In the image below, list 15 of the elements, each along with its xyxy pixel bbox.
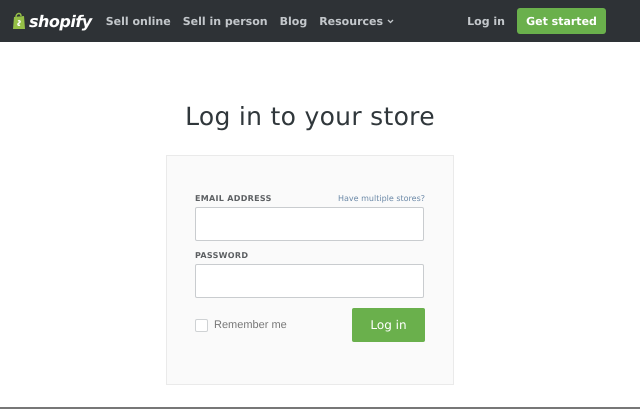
password-field[interactable] [195, 264, 424, 298]
remember-checkbox[interactable] [195, 318, 208, 332]
chevron-down-icon [387, 18, 394, 24]
email-field[interactable] [195, 207, 424, 241]
remember-label: Remember me [214, 319, 287, 331]
field-label: PASSWORD [195, 251, 248, 260]
nav-link[interactable]: Sell in person [182, 14, 268, 28]
logo[interactable]: shopify [29, 12, 92, 30]
nav-link[interactable]: Blog [280, 14, 308, 28]
page-title: Log in to your store [185, 102, 435, 131]
shopping-bag-icon [12, 12, 26, 30]
nav-link[interactable]: Resources [319, 14, 394, 28]
field-label: EMAIL ADDRESS [195, 194, 272, 203]
login-link[interactable]: Log in [467, 14, 505, 28]
nav-link[interactable]: Sell online [106, 14, 171, 28]
